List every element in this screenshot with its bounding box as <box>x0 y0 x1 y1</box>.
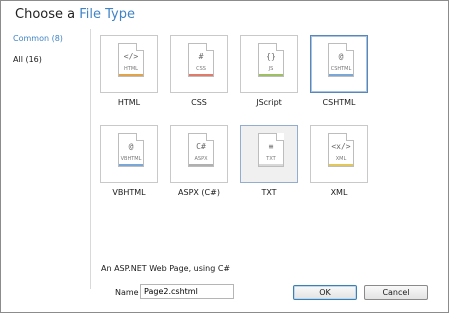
txt-file-icon: ≡ TXT <box>258 133 284 167</box>
sidebar-item-common[interactable]: Common (8) <box>13 33 83 45</box>
file-icon-symbol: <x/> <box>331 142 351 151</box>
file-icon-symbol: @ <box>338 52 344 61</box>
file-type-tile-box[interactable]: C# ASPX <box>170 125 228 183</box>
vbhtml-file-icon: @ VBHTML <box>118 133 144 167</box>
file-icon-color-bar <box>329 74 353 76</box>
file-type-tile[interactable]: {} JS JScript <box>240 35 304 107</box>
file-type-label: ASPX (C#) <box>178 188 220 197</box>
choose-file-type-dialog: Choose a File Type Common (8) All (16) <… <box>0 0 449 313</box>
file-type-tile[interactable]: @ CSHTML CSHTML <box>310 35 374 107</box>
file-type-description: An ASP.NET Web Page, using C# <box>101 264 231 273</box>
js-file-icon: {} JS <box>258 43 284 77</box>
file-icon-extension: VBHTML <box>120 156 142 162</box>
file-icon-color-bar <box>189 74 213 76</box>
category-sidebar: Common (8) All (16) <box>13 33 83 75</box>
file-type-tile-box[interactable]: </> HTML <box>100 35 158 93</box>
file-icon-color-bar <box>259 164 283 166</box>
file-type-label: CSHTML <box>322 98 356 107</box>
sidebar-item-all[interactable]: All (16) <box>13 54 83 66</box>
file-icon-symbol: {} <box>266 52 276 61</box>
dialog-title: Choose a File Type <box>15 7 135 22</box>
file-type-tile-box[interactable]: ≡ TXT <box>240 125 298 183</box>
file-icon-extension: CSS <box>196 66 206 72</box>
name-label: Name <box>115 288 139 297</box>
file-type-tile-box[interactable]: # CSS <box>170 35 228 93</box>
file-icon-symbol: </> <box>123 52 139 61</box>
file-type-tile-box[interactable]: <x/> XML <box>310 125 368 183</box>
file-type-label: CSS <box>191 98 207 107</box>
name-input[interactable] <box>140 284 234 299</box>
file-type-label: XML <box>330 188 348 197</box>
file-icon-symbol: ≡ <box>268 142 274 151</box>
file-icon-color-bar <box>259 74 283 76</box>
dialog-title-accent: File Type <box>79 7 135 22</box>
file-icon-extension: XML <box>335 156 347 162</box>
html-file-icon: </> HTML <box>118 43 144 77</box>
file-icon-extension: HTML <box>124 66 138 72</box>
ok-button[interactable]: OK <box>293 285 357 300</box>
file-icon-color-bar <box>189 164 213 166</box>
file-icon-symbol: C# <box>196 142 206 151</box>
file-type-tile-box[interactable]: @ VBHTML <box>100 125 158 183</box>
file-icon-color-bar <box>329 164 353 166</box>
sidebar-divider <box>90 29 91 289</box>
file-type-tile[interactable]: C# ASPX ASPX (C#) <box>170 125 234 197</box>
file-type-label: VBHTML <box>112 188 146 197</box>
file-type-label: JScript <box>256 98 282 107</box>
xml-file-icon: <x/> XML <box>328 133 354 167</box>
file-icon-color-bar <box>119 74 143 76</box>
file-type-tile[interactable]: <x/> XML XML <box>310 125 374 197</box>
file-type-tile-box[interactable]: @ CSHTML <box>310 35 368 93</box>
file-icon-extension: ASPX <box>194 156 208 162</box>
aspx-file-icon: C# ASPX <box>188 133 214 167</box>
dialog-title-prefix: Choose a <box>15 7 80 22</box>
file-icon-extension: CSHTML <box>330 66 352 72</box>
file-type-tile[interactable]: </> HTML HTML <box>100 35 164 107</box>
file-icon-symbol: @ <box>128 142 134 151</box>
file-type-label: HTML <box>117 98 141 107</box>
file-type-label: TXT <box>261 188 277 197</box>
file-icon-extension: JS <box>268 66 274 72</box>
file-type-tile[interactable]: ≡ TXT TXT <box>240 125 304 197</box>
file-icon-symbol: # <box>198 52 204 61</box>
cshtml-file-icon: @ CSHTML <box>328 43 354 77</box>
file-icon-color-bar <box>119 164 143 166</box>
file-type-tile[interactable]: @ VBHTML VBHTML <box>100 125 164 197</box>
file-type-tile[interactable]: # CSS CSS <box>170 35 234 107</box>
file-type-tile-box[interactable]: {} JS <box>240 35 298 93</box>
css-file-icon: # CSS <box>188 43 214 77</box>
file-icon-extension: TXT <box>266 156 276 162</box>
cancel-button[interactable]: Cancel <box>364 285 428 300</box>
